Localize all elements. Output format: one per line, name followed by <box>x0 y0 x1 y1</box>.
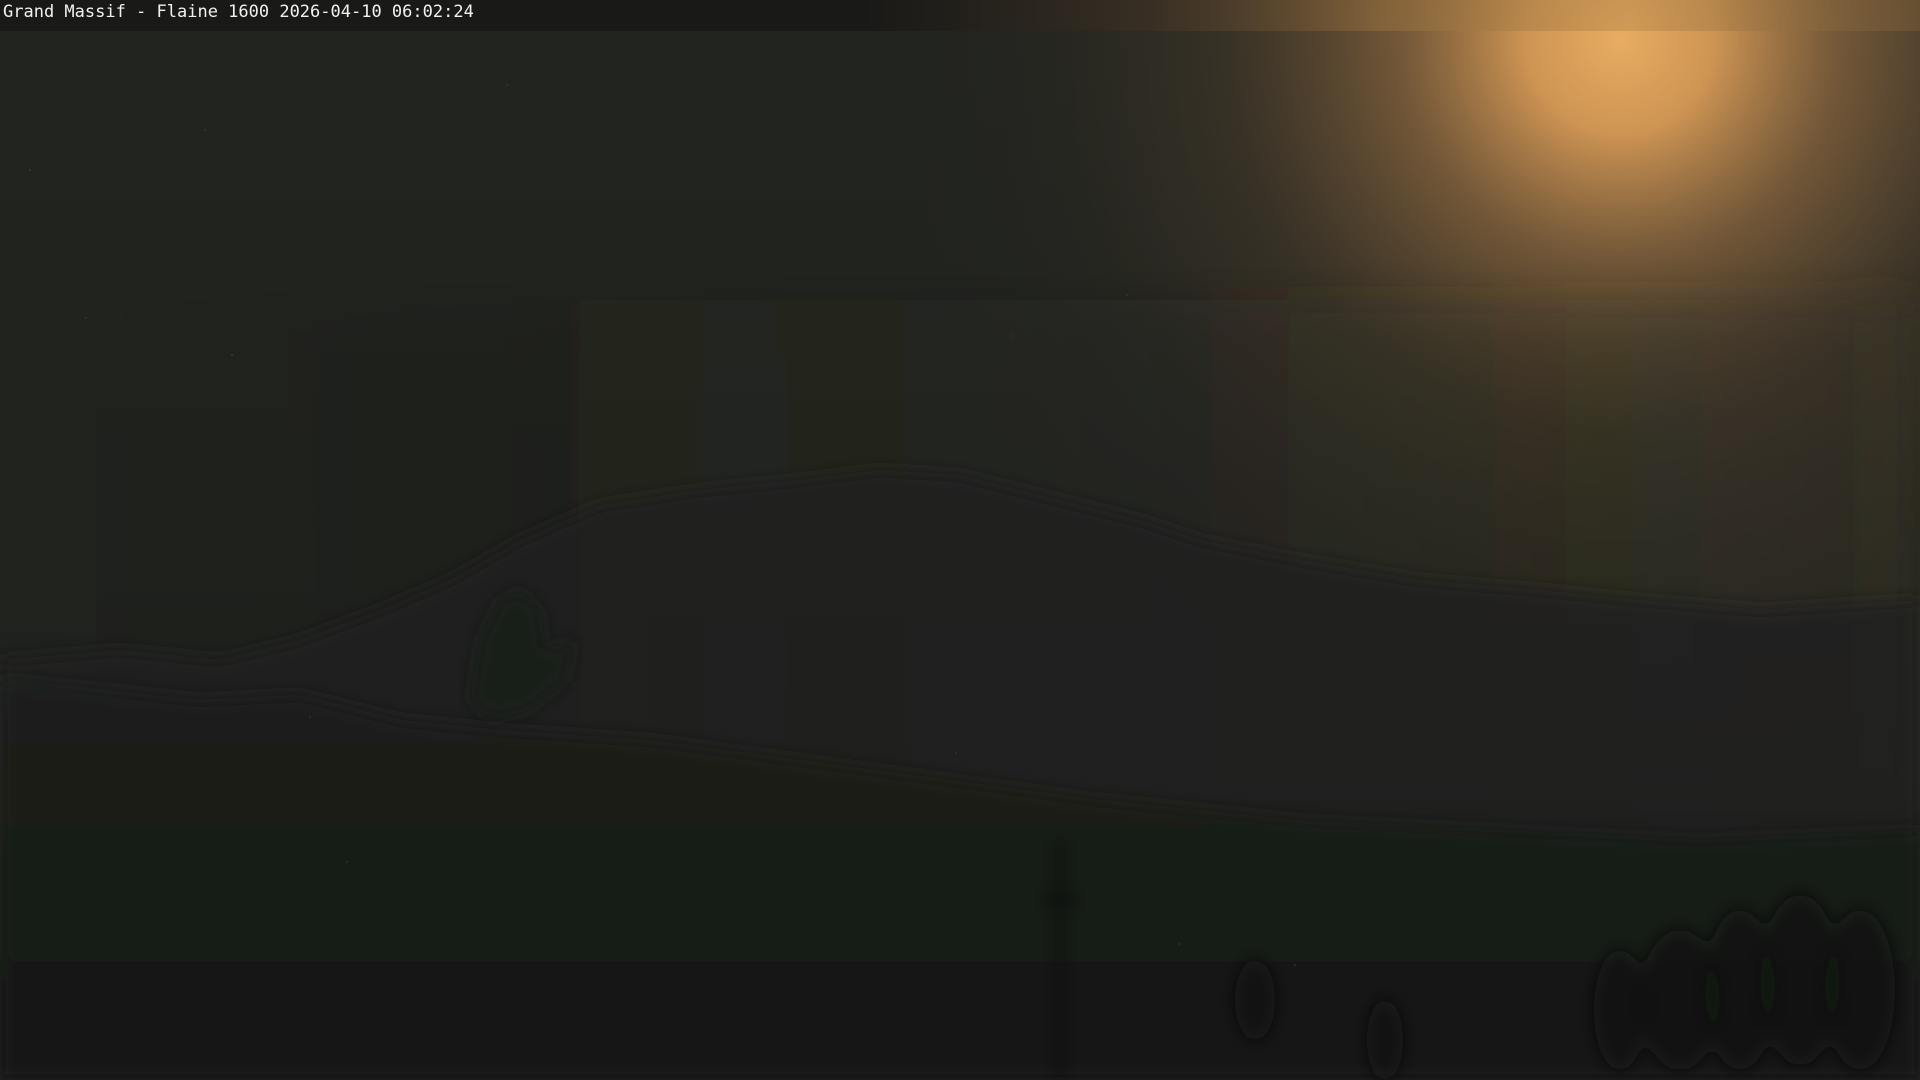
webcam-image: Grand Massif - Flaine 1600 2026-04-10 06… <box>0 0 1920 1080</box>
caption-text: Grand Massif - Flaine 1600 2026-04-10 06… <box>3 2 474 22</box>
caption-bar: Grand Massif - Flaine 1600 2026-04-10 06… <box>0 0 1920 31</box>
webcam-scene <box>0 0 1920 1080</box>
